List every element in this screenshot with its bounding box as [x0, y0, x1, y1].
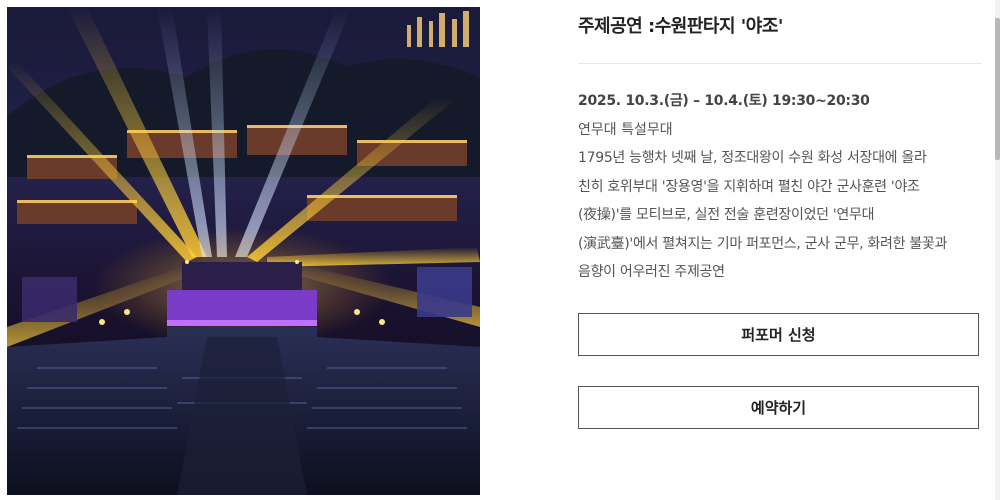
event-description: 1795년 능행차 넷째 날, 정조대왕이 수원 화성 서장대에 올라 친히 호…	[578, 144, 988, 287]
description-line: 1795년 능행차 넷째 날, 정조대왕이 수원 화성 서장대에 올라	[578, 150, 927, 166]
description-line: (演武臺)'에서 펼쳐지는 기마 퍼포먼스, 군사 군무, 화려한 불꽃과	[578, 235, 948, 252]
reserve-button[interactable]: 예약하기	[578, 386, 979, 429]
event-photo	[7, 7, 480, 495]
event-venue: 연무대 특설무대	[578, 122, 673, 138]
title-divider	[578, 63, 982, 64]
description-line: 음향이 어우러진 주제공연	[578, 264, 725, 280]
page-scrollbar[interactable]	[995, 0, 1000, 500]
night-performance-image	[7, 7, 480, 495]
description-line: 친히 호위부대 '장용영'을 지휘하며 펼친 야간 군사훈련 '야조	[578, 178, 920, 195]
event-date: 2025. 10.3.(금) – 10.4.(토) 19:30~20:30	[578, 93, 870, 109]
performer-apply-button[interactable]: 퍼포머 신청	[578, 313, 979, 356]
event-title: 주제공연 :수원판타지 '야조'	[578, 16, 783, 37]
scrollbar-thumb[interactable]	[995, 18, 1000, 160]
description-line: (夜操)'를 모티브로, 실전 전술 훈련장이었던 '연무대	[578, 207, 875, 223]
